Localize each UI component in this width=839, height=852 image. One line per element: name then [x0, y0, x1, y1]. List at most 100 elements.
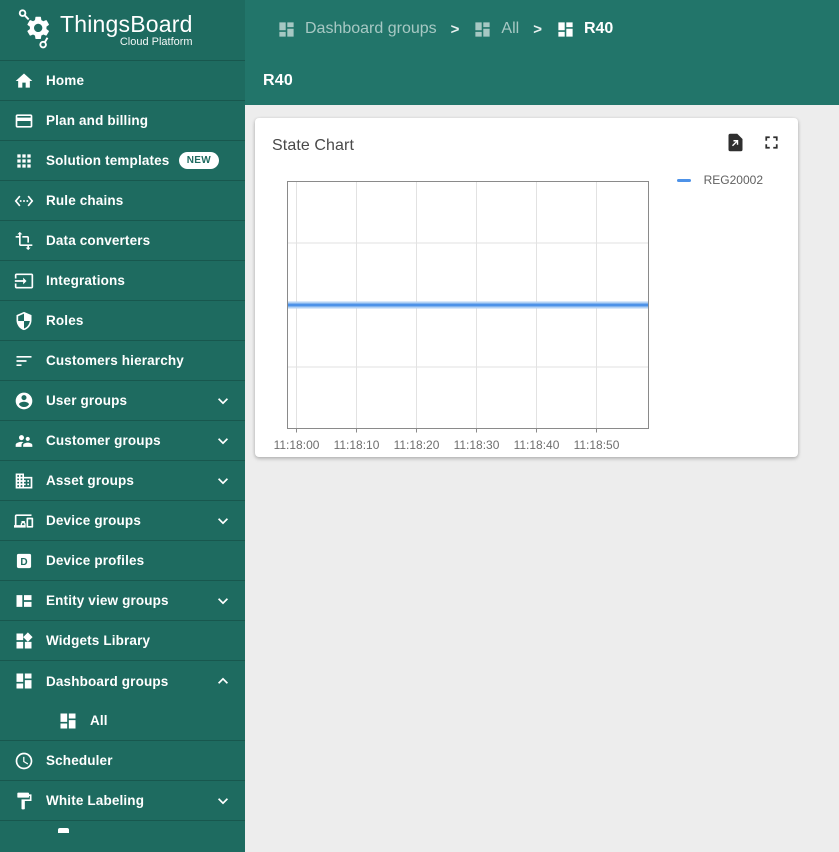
sidebar-item-label: Dashboard groups — [46, 673, 169, 689]
app-subtitle: Cloud Platform — [119, 36, 193, 48]
partial-icon — [58, 828, 69, 833]
widgets-icon — [14, 631, 34, 651]
sidebar-item-device-profiles[interactable]: D Device profiles — [0, 541, 245, 581]
dashboard-icon — [16, 673, 32, 689]
widgets-icon — [16, 631, 33, 648]
legend-series-name: REG20002 — [703, 173, 763, 187]
fullscreen-button[interactable] — [760, 130, 784, 154]
sidebar-item-customers-hierarchy[interactable]: Customers hierarchy — [0, 341, 245, 381]
sidebar-item-label: Home — [46, 73, 85, 88]
rule-chains-icon — [14, 191, 34, 211]
apps-icon — [14, 151, 34, 171]
sidebar-item-asset-groups[interactable]: Asset groups — [0, 461, 245, 501]
schedule-icon — [15, 752, 33, 769]
dashboard-icon — [277, 20, 296, 39]
sidebar-item-roles[interactable]: Roles — [0, 301, 245, 341]
sidebar-item-label: Integrations — [46, 273, 126, 288]
breadcrumb-label: Dashboard groups — [305, 20, 437, 37]
sidebar-item-home[interactable]: Home — [0, 61, 245, 101]
sidebar-item-label: Widgets Library — [46, 633, 151, 648]
breadcrumb-bar: Dashboard groups > All > R40 — [245, 0, 839, 58]
domain-icon — [15, 473, 33, 488]
chevron-down-icon — [213, 471, 233, 491]
sidebar-item-label: Data converters — [46, 233, 151, 248]
export-image-button[interactable] — [724, 130, 748, 154]
chevron-down-icon — [213, 791, 233, 811]
view-quilt-icon — [14, 591, 34, 611]
sidebar-item-data-converters[interactable]: Data converters — [0, 221, 245, 261]
chevron-down-icon — [218, 797, 228, 804]
breadcrumb-label: R40 — [583, 20, 614, 37]
sidebar-item-dashboard-groups[interactable]: Dashboard groups — [0, 661, 245, 701]
domain-icon — [14, 471, 34, 491]
sidebar-item-label: Solution templates — [46, 153, 170, 168]
breadcrumb-item-r40[interactable]: R40 — [556, 20, 613, 39]
chevron-down-icon — [218, 397, 228, 404]
dashboard-icon — [14, 671, 34, 691]
legend-item[interactable]: REG20002 — [676, 173, 763, 187]
chevron-down-icon — [213, 431, 233, 451]
sidebar-item-customer-groups[interactable]: Customer groups — [0, 421, 245, 461]
sidebar-item-label: All — [90, 713, 108, 728]
sidebar-item-widgets-library[interactable]: Widgets Library — [0, 621, 245, 661]
sidebar-item-device-groups[interactable]: Device groups — [0, 501, 245, 541]
breadcrumb-label: All — [501, 20, 520, 37]
device-profile-icon: D — [14, 551, 34, 571]
dashboard-icon — [58, 711, 78, 731]
breadcrumb-item-dashboard-groups[interactable]: Dashboard groups — [277, 20, 437, 39]
dashboard-icon-icon — [558, 21, 573, 37]
breadcrumb-item-all[interactable]: All — [473, 20, 519, 39]
sidebar-item-label: Device groups — [46, 513, 141, 528]
file-export-icon — [728, 133, 743, 151]
schedule-icon — [14, 751, 34, 771]
format-paint-icon — [14, 791, 34, 811]
sidebar-item-user-groups[interactable]: User groups — [0, 381, 245, 421]
chart-x-label: 11:18:30 — [454, 438, 500, 452]
thingsboard-logo-icon — [16, 7, 58, 53]
sidebar-item-label: Roles — [46, 313, 84, 328]
transform-icon — [14, 231, 34, 251]
home-icon — [15, 73, 33, 88]
sidebar-item-rule-chains[interactable]: Rule chains — [0, 181, 245, 221]
title-bar: R40 — [245, 58, 839, 105]
chevron-down-icon — [213, 511, 233, 531]
chevron-down-icon — [213, 591, 233, 611]
credit-card-icon — [15, 113, 33, 128]
shield-icon — [16, 311, 32, 330]
breadcrumb-separator: > — [533, 20, 542, 38]
sidebar-item-label: White Labeling — [46, 793, 145, 808]
sidebar-item-scheduler[interactable]: Scheduler — [0, 741, 245, 781]
sidebar-item-label: Asset groups — [46, 473, 135, 488]
chart-canvas[interactable]: 11:18:00 11:18:10 11:18:20 11:18:30 11:18:40… — [274, 181, 649, 461]
home-icon — [14, 71, 34, 91]
breadcrumb-separator: > — [450, 20, 460, 38]
sort-icon — [16, 355, 32, 366]
time-series-chart[interactable]: 11:18:00 11:18:10 11:18:20 11:18:30 11:18:40… — [274, 181, 649, 461]
logo[interactable]: ThingsBoard Cloud Platform — [0, 0, 245, 61]
people-icon — [15, 434, 33, 447]
sidebar-item-integrations[interactable]: Integrations — [0, 261, 245, 301]
breadcrumb: Dashboard groups > All > R40 — [277, 20, 613, 39]
devices-icon — [14, 513, 34, 528]
sidebar-item-label: Plan and billing — [46, 113, 149, 128]
fullscreen-icon — [765, 135, 778, 149]
dashboard-icon — [556, 20, 575, 39]
apps-icon — [17, 153, 31, 168]
svg-text:D: D — [20, 556, 27, 567]
chart-x-label: 11:18:20 — [394, 438, 440, 452]
shield-icon — [14, 311, 34, 331]
sidebar-item-entity-view-groups[interactable]: Entity view groups — [0, 581, 245, 621]
transform-icon — [15, 231, 33, 250]
chevron-down-icon — [213, 391, 233, 411]
dashboard-icon — [60, 713, 76, 728]
account-circle-icon — [14, 391, 34, 411]
dashboard-icon-icon — [279, 21, 294, 37]
sidebar-item-solution-templates[interactable]: Solution templates NEW — [0, 141, 245, 181]
sidebar-item-plan-and-billing[interactable]: Plan and billing — [0, 101, 245, 141]
sidebar-item-label: Customer groups — [46, 433, 161, 448]
sort-icon — [14, 351, 34, 371]
sidebar-item-white-labeling[interactable]: White Labeling — [0, 781, 245, 821]
sidebar-item-all[interactable]: All — [0, 701, 245, 741]
widget-actions — [724, 130, 784, 154]
chart-x-label: 11:18:40 — [514, 438, 560, 452]
